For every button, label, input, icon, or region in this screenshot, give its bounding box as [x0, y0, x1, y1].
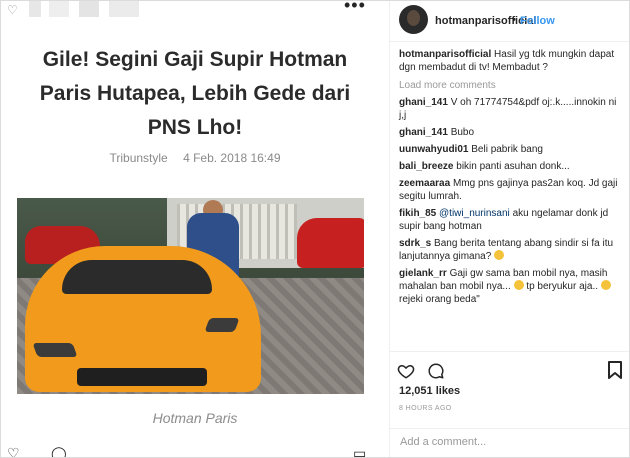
post-timestamp[interactable]: 8 HOURS AGO: [399, 405, 452, 412]
comment-username[interactable]: bali_breeze: [399, 161, 453, 172]
heart-partial-icon[interactable]: ♡: [7, 3, 18, 17]
emoji-icon: [513, 280, 524, 290]
comment-text: Beli pabrik bang: [471, 144, 543, 155]
comment-text: Bubo: [450, 127, 475, 138]
article-meta: Tribunstyle 4 Feb. 2018 16:49: [1, 151, 389, 165]
car-headlight-left: [32, 343, 78, 357]
comment-username[interactable]: hotmanparisofficial: [399, 49, 491, 60]
partial-action-row: ♡ ◯ ▭: [7, 445, 387, 457]
comment-mention[interactable]: @tiwi_nurinsani: [439, 208, 510, 219]
emoji-icon: [600, 280, 611, 290]
comment-item: sdrk_s Bang berita tentang abang sindir …: [399, 237, 623, 263]
car-windshield: [62, 260, 212, 294]
comment-item: ghani_141 Bubo: [399, 126, 623, 139]
headline-line: Paris Hutapea, Lebih Gede dari: [39, 82, 351, 105]
comment-username[interactable]: uunwahyudi01: [399, 144, 468, 155]
comment-username[interactable]: sdrk_s: [399, 238, 431, 249]
bookmark-icon[interactable]: ▭: [353, 445, 366, 457]
blurred-watermark: [29, 1, 139, 17]
comment-username[interactable]: fikih_85: [399, 208, 436, 219]
comment-username[interactable]: zeemaaraa: [399, 178, 450, 189]
comment-item: uunwahyudi01 Beli pabrik bang: [399, 143, 623, 156]
comment-text: Bang berita tentang abang sindir si fa i…: [399, 238, 614, 262]
comment-username[interactable]: gielank_rr: [399, 268, 447, 279]
caption-comment: hotmanparisofficial Hasil yg tdk mungkin…: [399, 48, 623, 74]
comment-item: ghani_141 V oh 71774754&pdf oj:.k.....in…: [399, 96, 623, 122]
more-options-icon[interactable]: •••: [344, 1, 366, 16]
add-comment-input[interactable]: [398, 435, 624, 449]
likes-count[interactable]: 12,051 likes: [399, 385, 460, 397]
photo-caption: Hotman Paris: [152, 410, 238, 426]
load-more-comments[interactable]: Load more comments: [399, 79, 623, 92]
comment-icon[interactable]: [427, 362, 445, 380]
comment-item: zeemaaraa Mmg pns gajinya pas2an koq. Jd…: [399, 177, 623, 203]
heart-icon[interactable]: ♡: [7, 445, 20, 457]
comment-text: bikin panti asuhan donk...: [456, 161, 570, 172]
headline-line: Gile! Segini Gaji Supir Hotman: [42, 48, 348, 71]
action-bar: [390, 351, 629, 382]
headline-line: PNS Lho!: [147, 116, 243, 139]
comment-username[interactable]: ghani_141: [399, 127, 448, 138]
article-source: Tribunstyle: [109, 151, 168, 165]
post-image: ♡ ••• Gile! Segini Gaji Supir Hotman Par…: [1, 1, 390, 457]
car-grille: [77, 368, 207, 386]
emoji-icon: [494, 250, 505, 260]
car-photo: [17, 198, 364, 394]
comments-list: hotmanparisofficial Hasil yg tdk mungkin…: [399, 48, 623, 310]
comment-item: gielank_rr Gaji gw sama ban mobil nya, m…: [399, 267, 623, 306]
article-headline: Gile! Segini Gaji Supir Hotman Paris Hut…: [19, 43, 371, 145]
follow-button[interactable]: Follow: [520, 15, 555, 27]
bookmark-icon[interactable]: [608, 361, 622, 379]
red-car-right: [297, 218, 364, 268]
comment-item: bali_breeze bikin panti asuhan donk...: [399, 160, 623, 173]
car-headlight-right: [204, 318, 240, 332]
heart-icon[interactable]: [397, 362, 415, 380]
separator-dot: •: [512, 14, 516, 26]
comment-username[interactable]: ghani_141: [399, 97, 448, 108]
comment-icon[interactable]: ◯: [51, 445, 67, 457]
post-header: hotmanparisofficial • Follow: [390, 1, 629, 42]
comment-text-cont: rejeki orang beda": [399, 294, 480, 305]
comment-text-cont: tp beryukur aja..: [526, 281, 599, 292]
post-side-panel: hotmanparisofficial • Follow hotmanparis…: [390, 1, 629, 457]
article-date: 4 Feb. 2018 16:49: [183, 151, 281, 165]
avatar[interactable]: [399, 5, 428, 34]
instagram-post-window: ♡ ••• Gile! Segini Gaji Supir Hotman Par…: [0, 0, 630, 458]
comment-item: fikih_85 @tiwi_nurinsani aku ngelamar do…: [399, 207, 623, 233]
add-comment-bar: [390, 428, 629, 457]
